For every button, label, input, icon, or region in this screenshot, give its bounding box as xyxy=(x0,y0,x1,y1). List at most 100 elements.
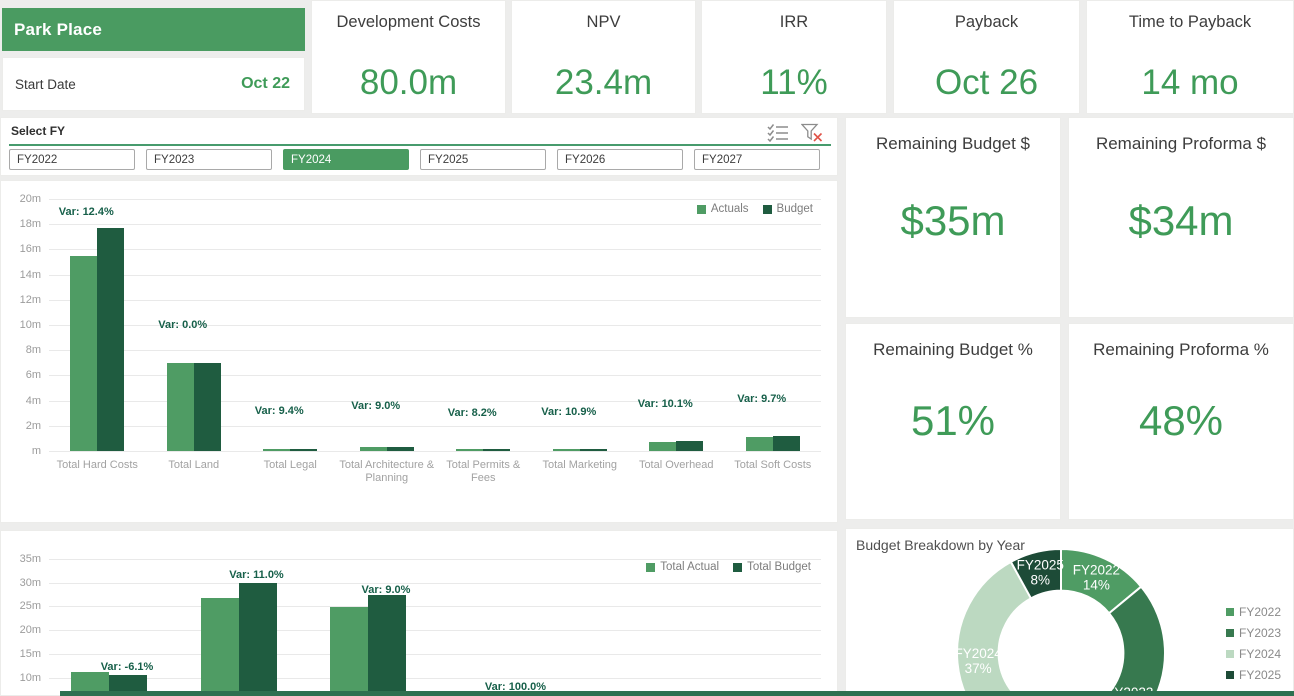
bar-actuals[interactable] xyxy=(746,437,773,451)
kpi-value: 11% xyxy=(760,63,827,103)
legend-swatch xyxy=(1226,671,1234,679)
stat-value: 51% xyxy=(911,360,995,519)
slicer-option-fy2022[interactable]: FY2022 xyxy=(9,149,135,170)
kpi-label: NPV xyxy=(587,13,621,32)
x-category-label: Total Permits & Fees xyxy=(435,459,531,485)
kpi-card-time-to-payback: Time to Payback 14 mo xyxy=(1086,0,1294,114)
bar-actuals[interactable] xyxy=(360,447,387,451)
slicer-option-fy2023[interactable]: FY2023 xyxy=(146,149,272,170)
legend-label: Budget xyxy=(777,203,813,215)
clear-filter-icon[interactable] xyxy=(801,123,823,142)
bar-budget[interactable] xyxy=(194,363,221,451)
y-axis-tick-label: 10m xyxy=(1,672,41,684)
legend-label: Total Budget xyxy=(747,561,811,573)
kpi-label: Development Costs xyxy=(337,13,481,32)
bar-budget[interactable] xyxy=(676,441,703,451)
gridline xyxy=(49,630,821,631)
slicer-underline xyxy=(9,144,831,146)
bar-total-actual[interactable] xyxy=(330,607,368,696)
totals-variance-chart: 10m15m20m25m30m35mVar: -6.1%Var: 11.0%Va… xyxy=(0,530,838,696)
x-category-label: Total Land xyxy=(146,459,242,472)
y-axis-tick-label: 20m xyxy=(1,193,41,205)
slicer-option-fy2027[interactable]: FY2027 xyxy=(694,149,820,170)
donut-legend-item-fy2022[interactable]: FY2022 xyxy=(1226,605,1281,619)
bar-budget[interactable] xyxy=(387,447,414,451)
bar-actuals[interactable] xyxy=(649,442,676,451)
project-title: Park Place xyxy=(14,20,102,40)
bar-budget[interactable] xyxy=(580,449,607,451)
stat-label: Remaining Proforma $ xyxy=(1096,134,1266,154)
remaining-budget-dollar-card: Remaining Budget $ $35m xyxy=(845,117,1061,318)
remaining-proforma-dollar-card: Remaining Proforma $ $34m xyxy=(1068,117,1294,318)
gridline xyxy=(49,606,821,607)
gridline xyxy=(49,451,821,452)
y-axis-tick-label: 4m xyxy=(1,395,41,407)
remaining-budget-percent-card: Remaining Budget % 51% xyxy=(845,323,1061,520)
start-date-label: Start Date xyxy=(15,77,76,92)
y-axis-tick-label: 2m xyxy=(1,420,41,432)
legend-swatch xyxy=(1226,650,1234,658)
dashboard: Park Place Start Date Oct 22 Development… xyxy=(0,0,1294,696)
bar-budget[interactable] xyxy=(483,449,510,451)
slicer-title: Select FY xyxy=(11,124,65,138)
slicer-option-fy2024[interactable]: FY2024 xyxy=(283,149,409,170)
x-category-label: Total Soft Costs xyxy=(725,459,821,472)
y-axis-tick-label: 35m xyxy=(1,553,41,565)
bar-total-budget[interactable] xyxy=(368,595,406,696)
stat-value: $34m xyxy=(1128,154,1233,317)
bar-actuals[interactable] xyxy=(167,363,194,451)
bar-budget[interactable] xyxy=(97,228,124,451)
stat-value: $35m xyxy=(900,154,1005,317)
gridline xyxy=(49,350,821,351)
chart-legend: Total Actual Total Budget xyxy=(646,561,811,573)
start-date-card: Start Date Oct 22 xyxy=(2,57,305,111)
legend-item-actuals[interactable]: Actuals xyxy=(697,203,749,215)
kpi-value: 14 mo xyxy=(1141,63,1238,103)
variance-annotation: Var: 10.1% xyxy=(610,398,720,410)
stat-label: Remaining Proforma % xyxy=(1093,340,1269,360)
kpi-label: Time to Payback xyxy=(1129,13,1251,32)
x-category-label: Total Legal xyxy=(242,459,338,472)
gridline xyxy=(49,678,821,679)
gridline xyxy=(49,275,821,276)
kpi-card-development-costs: Development Costs 80.0m xyxy=(311,0,506,114)
bar-actuals[interactable] xyxy=(456,449,483,451)
legend-label: FY2025 xyxy=(1239,668,1281,682)
kpi-card-npv: NPV 23.4m xyxy=(511,0,696,114)
y-axis-tick-label: 30m xyxy=(1,577,41,589)
legend-item-total-budget[interactable]: Total Budget xyxy=(733,561,811,573)
bar-actuals[interactable] xyxy=(263,449,290,451)
legend-label: FY2022 xyxy=(1239,605,1281,619)
donut-legend-item-fy2023[interactable]: FY2023 xyxy=(1226,626,1281,640)
y-axis-tick-label: 18m xyxy=(1,218,41,230)
donut-legend-item-fy2025[interactable]: FY2025 xyxy=(1226,668,1281,682)
y-axis-tick-label: 8m xyxy=(1,344,41,356)
legend-item-total-actual[interactable]: Total Actual xyxy=(646,561,719,573)
variance-annotation: Var: 0.0% xyxy=(128,319,238,331)
page-bottom-strip xyxy=(60,691,1294,696)
y-axis-tick-label: m xyxy=(1,445,41,457)
legend-label: FY2024 xyxy=(1239,647,1281,661)
bar-actuals[interactable] xyxy=(70,256,97,451)
x-category-label: Total Overhead xyxy=(628,459,724,472)
gridline xyxy=(49,199,821,200)
variance-annotation: Var: 9.0% xyxy=(321,400,431,412)
bar-total-budget[interactable] xyxy=(239,583,277,696)
kpi-card-irr: IRR 11% xyxy=(701,0,887,114)
bar-total-actual[interactable] xyxy=(201,598,239,696)
bar-budget[interactable] xyxy=(290,449,317,451)
multi-select-icon[interactable] xyxy=(767,123,789,142)
legend-item-budget[interactable]: Budget xyxy=(763,203,813,215)
y-axis-tick-label: 15m xyxy=(1,648,41,660)
variance-annotation: Var: 9.4% xyxy=(224,405,334,417)
y-axis-tick-label: 16m xyxy=(1,243,41,255)
slicer-option-fy2025[interactable]: FY2025 xyxy=(420,149,546,170)
bar-budget[interactable] xyxy=(773,436,800,451)
bar-actuals[interactable] xyxy=(553,449,580,451)
project-title-banner: Park Place xyxy=(2,8,305,51)
slicer-option-fy2026[interactable]: FY2026 xyxy=(557,149,683,170)
chart-legend: Actuals Budget xyxy=(697,203,813,215)
stat-label: Remaining Budget $ xyxy=(876,134,1030,154)
donut-legend-item-fy2024[interactable]: FY2024 xyxy=(1226,647,1281,661)
x-category-label: Total Marketing xyxy=(532,459,628,472)
